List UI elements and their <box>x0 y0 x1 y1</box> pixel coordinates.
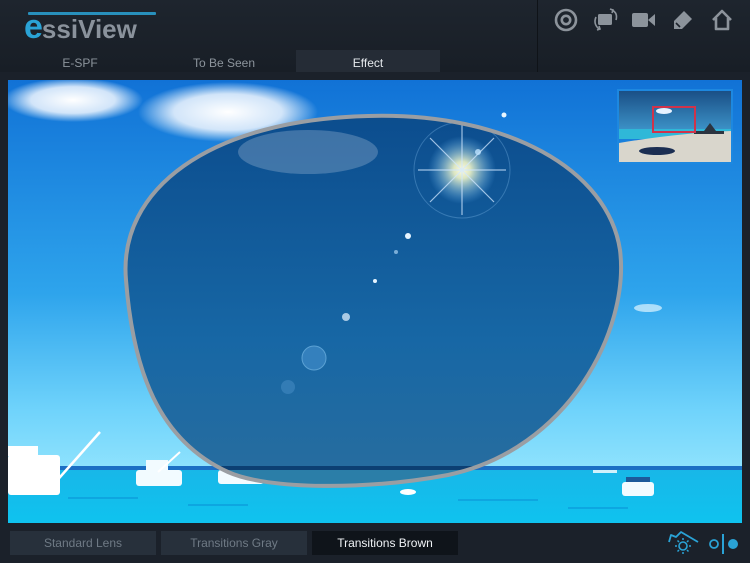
flare-dot <box>342 313 350 321</box>
logo-bar <box>28 12 156 15</box>
boat <box>622 477 654 496</box>
thumbnail-navigator[interactable] <box>617 89 733 164</box>
transitions-gray-button[interactable]: Transitions Gray <box>161 531 307 555</box>
tab-e-spf[interactable]: E-SPF <box>8 50 152 72</box>
logo-text: ssiView <box>41 14 137 44</box>
tag-button[interactable] <box>667 6 698 34</box>
header-divider <box>537 0 538 72</box>
viewport-indicator[interactable] <box>652 106 696 133</box>
flare-dot <box>405 233 411 239</box>
standard-lens-button[interactable]: Standard Lens <box>10 531 156 555</box>
tab-effect[interactable]: Effect <box>296 50 440 72</box>
rotate-button[interactable] <box>589 6 620 34</box>
essiview-app: e ssiView E-SPF To Be Seen Effect Standa… <box>0 0 750 563</box>
lens-preview[interactable] <box>8 80 742 523</box>
flare-ring <box>301 345 327 371</box>
home-icon <box>711 9 732 31</box>
sun-under-roof-icon <box>668 531 699 554</box>
flare-dot <box>373 279 377 283</box>
indoor-outdoor-button[interactable] <box>667 530 701 556</box>
header: e ssiView E-SPF To Be Seen Effect <box>0 0 750 72</box>
target-button[interactable] <box>550 6 581 34</box>
lens-selector: Standard Lens Transitions Gray Transitio… <box>10 531 458 555</box>
video-button[interactable] <box>628 6 659 34</box>
compare-toggle[interactable] <box>708 533 742 555</box>
essiview-logo: e ssiView <box>24 8 156 46</box>
cloud <box>634 304 662 312</box>
rotate-icon <box>593 8 617 31</box>
split-compare-icon <box>709 534 738 554</box>
target-icon <box>554 8 577 32</box>
home-button[interactable] <box>706 6 737 34</box>
toolbar <box>550 6 737 34</box>
tab-to-be-seen[interactable]: To Be Seen <box>152 50 296 72</box>
video-camera-icon <box>631 13 655 27</box>
transitions-brown-button[interactable]: Transitions Brown <box>312 531 458 555</box>
tab-bar: E-SPF To Be Seen Effect <box>8 50 440 72</box>
tag-icon <box>673 11 692 29</box>
logo-accent: e <box>24 8 43 46</box>
